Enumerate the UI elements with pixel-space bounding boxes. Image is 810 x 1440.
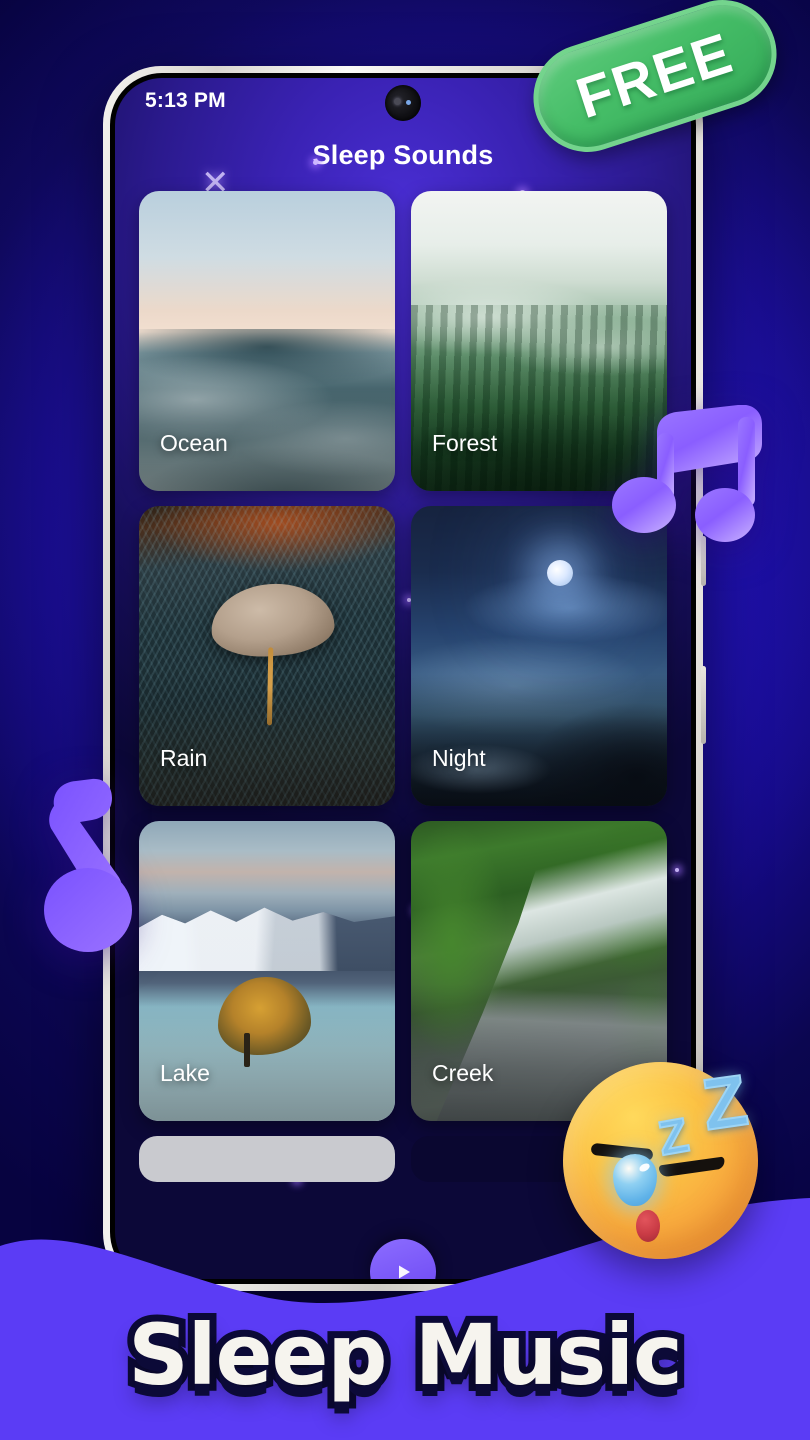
sound-card-label: Rain [160, 745, 208, 771]
sound-grid: Ocean Forest Rain Night Lake Creek [115, 191, 691, 1182]
power-button [701, 666, 706, 744]
music-note-double-icon [612, 405, 772, 550]
sleepy-face-emoji: Z Z [563, 1059, 758, 1259]
front-camera [385, 85, 421, 121]
sound-card-rain[interactable]: Rain [139, 506, 395, 806]
sound-card-ocean[interactable]: Ocean [139, 191, 395, 491]
emoji-z-big: Z [697, 1059, 754, 1146]
sound-card-label: Ocean [160, 430, 228, 456]
promo-title-text: Sleep Music [121, 1299, 690, 1411]
sound-card-night[interactable]: Night [411, 506, 667, 806]
sound-card-label: Forest [432, 430, 498, 456]
sound-card-lake[interactable]: Lake [139, 821, 395, 1121]
sound-card-label: Creek [432, 1060, 494, 1086]
leaf-shape [208, 579, 336, 661]
status-bar-clock: 5:13 PM [145, 89, 226, 112]
promo-title: Sleep Music [0, 1299, 810, 1411]
sound-card-label: Lake [160, 1060, 210, 1086]
music-note-single-icon [26, 768, 146, 963]
emoji-mouth [636, 1210, 660, 1242]
moon-icon [546, 560, 573, 586]
sound-card-label: Night [432, 745, 486, 771]
